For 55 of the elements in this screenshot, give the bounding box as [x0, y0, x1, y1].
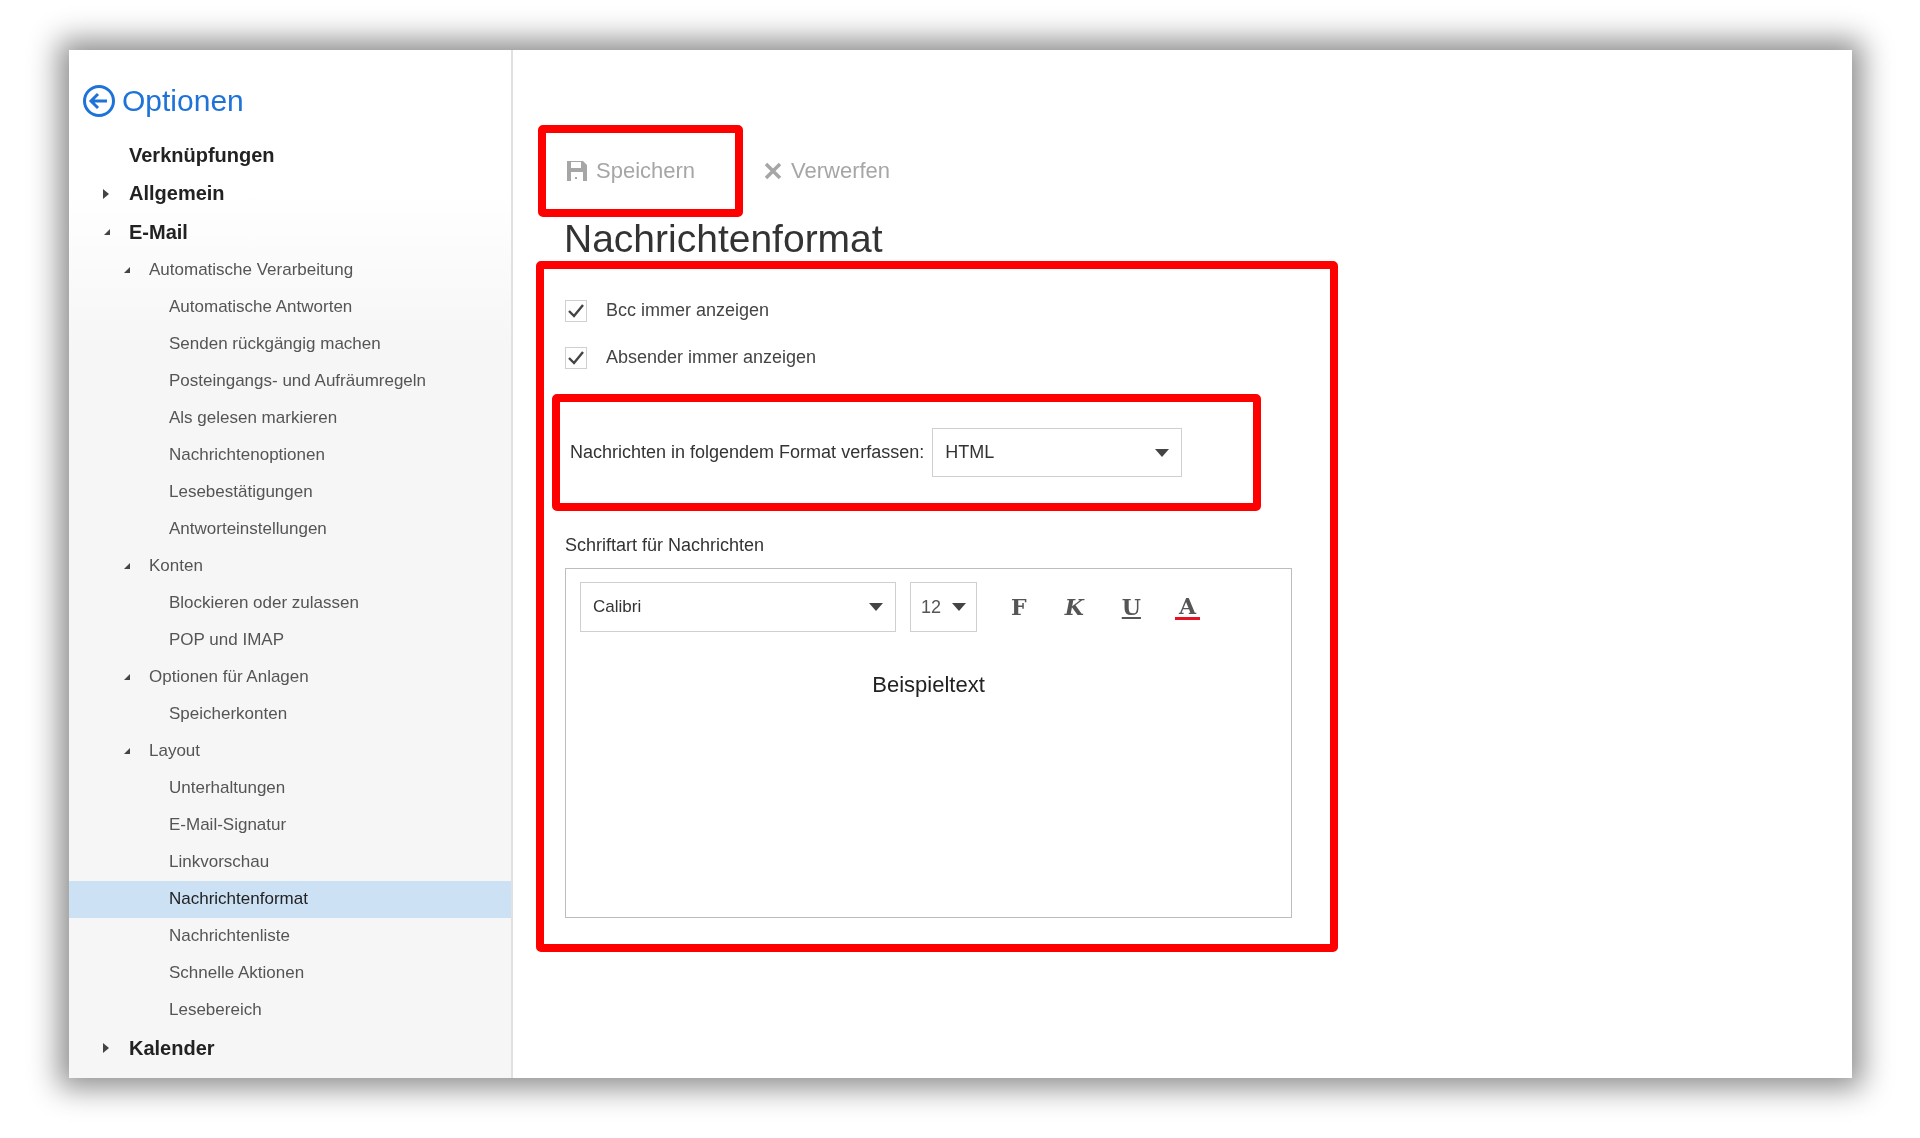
dropdown-caret-icon [869, 603, 883, 611]
checkbox-label: Bcc immer anzeigen [606, 300, 770, 321]
font-size-dropdown[interactable]: 12 [910, 582, 977, 632]
collapsed-triangle-icon [103, 1043, 109, 1054]
sidebar-item[interactable]: Optionen für Anlagen [69, 658, 511, 696]
sidebar-item[interactable]: Posteingangs- und Aufräumregeln [69, 362, 511, 400]
sidebar-item[interactable]: Nachrichtenoptionen [69, 436, 511, 474]
page-heading: Optionen [122, 84, 244, 118]
sidebar-item[interactable]: E-Mail [69, 213, 511, 252]
sidebar-item[interactable]: Konten [69, 547, 511, 585]
sidebar-item[interactable]: Senden rückgängig machen [69, 325, 511, 363]
sidebar-item[interactable]: Linkvorschau [69, 843, 511, 881]
sidebar-item[interactable]: Nachrichtenformat [69, 880, 511, 918]
bold-button[interactable]: F [1007, 594, 1031, 620]
expanded-triangle-icon [123, 673, 131, 682]
collapsed-triangle-icon [103, 188, 109, 199]
font-dropdown[interactable]: Calibri [580, 582, 896, 632]
checkmark-icon [567, 302, 585, 319]
sidebar-item[interactable]: Layout [69, 732, 511, 770]
sidebar-item[interactable]: Verknüpfungen [69, 136, 511, 175]
checkbox-label: Absender immer anzeigen [606, 347, 817, 368]
sidebar-item[interactable]: Allgemein [69, 174, 511, 214]
sidebar-item[interactable]: Speicherkonten [69, 695, 511, 733]
sidebar-item[interactable]: Antworteinstellungen [69, 510, 511, 548]
expanded-triangle-icon [123, 562, 131, 571]
sidebar-item[interactable]: Lesebereich [69, 991, 511, 1029]
sidebar-item[interactable]: Lesebestätigungen [69, 473, 511, 511]
expanded-triangle-icon [123, 747, 131, 756]
dropdown-caret-icon [1155, 448, 1170, 457]
sample-text: Beispieltext [871, 672, 986, 698]
sidebar-item[interactable]: Als gelesen markieren [69, 399, 511, 437]
sidebar-item[interactable]: Automatische Verarbeitung [69, 251, 511, 289]
checkmark-icon [567, 349, 585, 366]
field-label: Nachrichten in folgendem Format verfassen: [570, 442, 925, 463]
format-dropdown[interactable]: HTML [932, 428, 1183, 477]
sidebar-item[interactable]: Schnelle Aktionen [69, 954, 511, 992]
font-color-button[interactable]: A [1174, 594, 1200, 620]
sidebar-item[interactable]: Automatische Antworten [69, 288, 511, 326]
italic-button[interactable]: K [1060, 594, 1088, 620]
section-title: Nachrichtenformat [564, 217, 884, 261]
sidebar-item[interactable]: Unterhaltungen [69, 769, 511, 807]
dropdown-caret-icon [952, 603, 966, 611]
sidebar-item[interactable]: POP und IMAP [69, 621, 511, 659]
expanded-triangle-icon [123, 266, 131, 275]
sidebar-item[interactable]: Kalender [69, 1028, 511, 1068]
section-label: Schriftart für Nachrichten [565, 535, 766, 556]
sidebar-item[interactable]: Nachrichtenliste [69, 917, 511, 955]
close-icon [763, 161, 783, 181]
back-button[interactable] [82, 84, 116, 118]
checkbox[interactable] [565, 346, 587, 369]
sidebar-item[interactable]: E-Mail-Signatur [69, 806, 511, 844]
expanded-triangle-icon [103, 228, 111, 237]
checkbox[interactable] [565, 299, 587, 322]
sidebar-item[interactable]: Blockieren oder zulassen [69, 584, 511, 622]
underline-button[interactable]: U [1117, 594, 1145, 620]
